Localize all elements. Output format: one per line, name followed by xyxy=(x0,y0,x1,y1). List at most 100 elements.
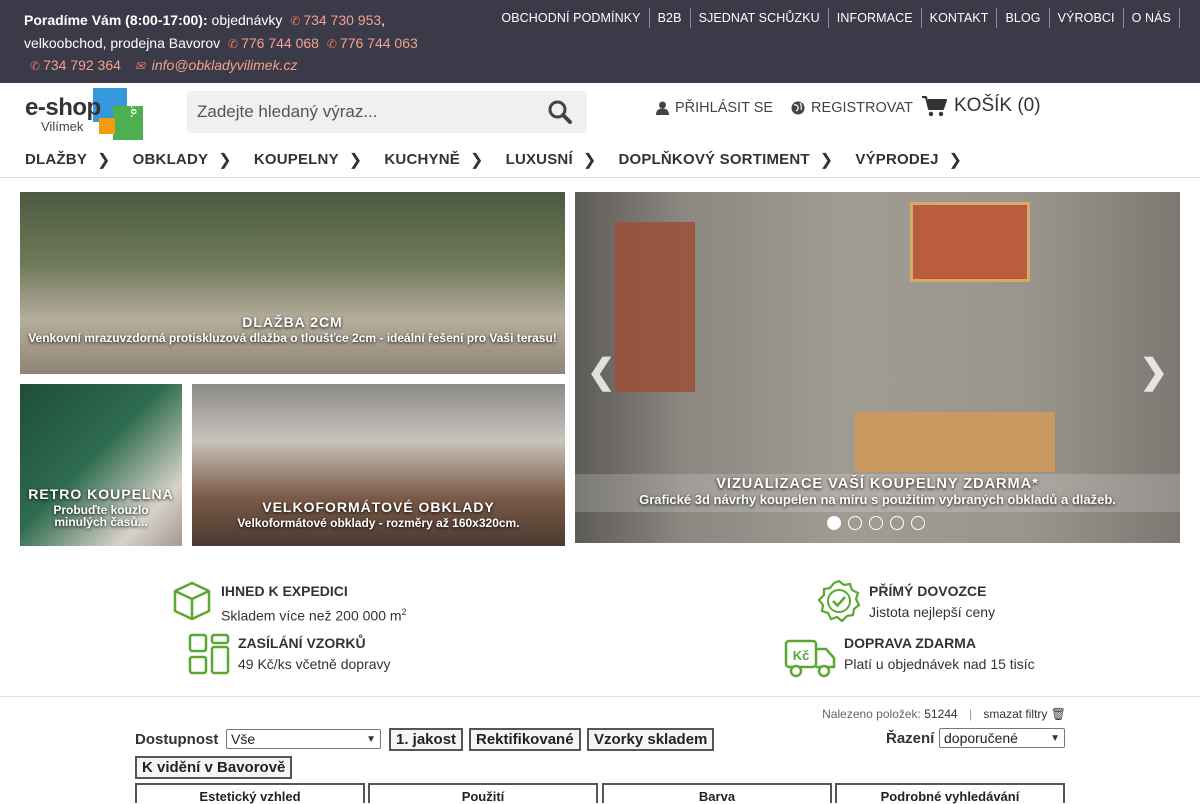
chevron-right-icon: ❯ xyxy=(582,151,597,169)
globe-icon xyxy=(791,101,805,115)
topnav-b2b[interactable]: B2B xyxy=(650,8,691,28)
filter-showroom-button[interactable]: K vidění v Bavorově xyxy=(135,756,293,779)
nav-koupelny[interactable]: KOUPELNY ❯ xyxy=(254,143,363,176)
filter-area: Nalezeno položek: 51244 | smazat filtry … xyxy=(0,696,1200,804)
search-box xyxy=(187,91,587,133)
login-label: PŘIHLÁSIT SE xyxy=(675,100,774,116)
feature-text: Jistota nejlepší ceny xyxy=(869,604,996,620)
tab-usage[interactable]: Použití xyxy=(368,783,598,804)
header: e-shop Vilímek s.r.o. PŘIHLÁSIT SE REGIS… xyxy=(0,83,1200,143)
slide-caption: VIZUALIZACE VAŠÍ KOUPELNY ZDARMA* Grafic… xyxy=(575,474,1180,512)
logo-badge: s.r.o. xyxy=(128,94,139,118)
phone-link-3[interactable]: ✆ 776 744 063 xyxy=(327,35,418,51)
phone-1: 734 730 953 xyxy=(303,12,382,28)
topnav-contact[interactable]: KONTAKT xyxy=(922,8,998,28)
hours-label: Poradíme Vám (8:00-17:00): xyxy=(24,12,208,28)
banner-retro-koupelna[interactable]: RETRO KOUPELNA Probuďte kouzlo minulých … xyxy=(20,384,182,546)
feature-title: IHNED K EXPEDICI xyxy=(221,583,348,599)
cart-link[interactable]: KOŠÍK (0) xyxy=(922,95,1041,117)
cart-icon xyxy=(922,96,947,117)
nav-label: KUCHYNĚ xyxy=(384,151,460,168)
feature-sup: 2 xyxy=(401,607,407,617)
feature-text: Skladem více než 200 000 m2 xyxy=(221,602,407,627)
feature-free-shipping: Kč DOPRAVA ZDARMA Platí u objednávek nad… xyxy=(784,633,1035,679)
phone-icon: ✆ xyxy=(228,36,239,51)
nav-doplnkovy[interactable]: DOPLŇKOVÝ SORTIMENT ❯ xyxy=(618,143,833,176)
topnav-manufacturers[interactable]: VÝROBCI xyxy=(1050,8,1124,28)
phone-link-1[interactable]: ✆ 734 730 953 xyxy=(290,12,381,28)
clear-filters-label: smazat filtry xyxy=(983,707,1048,721)
banner-subtitle: Venkovní mrazuvzdorná protiskluzová dlaž… xyxy=(28,331,557,345)
nav-obklady[interactable]: OBKLADY ❯ xyxy=(133,143,232,176)
slide-subtitle: Grafické 3d návrhy koupelen na míru s po… xyxy=(639,492,1116,507)
check-badge-icon xyxy=(817,579,861,623)
nav-kuchyne[interactable]: KUCHYNĚ ❯ xyxy=(384,143,483,176)
banner-subtitle: Velkoformátové obklady - rozměry až 160x… xyxy=(237,516,520,530)
clear-filters-link[interactable]: smazat filtry 🗑 xyxy=(983,707,1066,721)
banner-title: RETRO KOUPELNA xyxy=(28,486,174,502)
login-link[interactable]: PŘIHLÁSIT SE xyxy=(656,100,773,116)
contact-info: Poradíme Vám (8:00-17:00): objednávky ✆ 7… xyxy=(24,12,418,73)
slider-dot[interactable] xyxy=(869,516,883,530)
nav-label: DLAŽBY xyxy=(25,151,88,168)
phone-link-2[interactable]: ✆ 776 744 068 xyxy=(228,35,319,51)
tab-aesthetic[interactable]: Estetický vzhled xyxy=(135,783,365,804)
chevron-down-icon: ▼ xyxy=(1050,732,1060,744)
slide-decor xyxy=(615,222,695,392)
feature-samples: ZASÍLÁNÍ VZORKŮ 49 Kč/ks včetně dopravy xyxy=(188,633,391,675)
search-input[interactable] xyxy=(187,91,537,133)
slider-dot[interactable] xyxy=(911,516,925,530)
slider-next-icon[interactable]: ❯ xyxy=(1140,352,1169,392)
feature-title: PŘÍMÝ DOVOZCE xyxy=(869,583,987,599)
sort-select[interactable]: doporučené ▼ xyxy=(939,728,1065,748)
nav-vyprodej[interactable]: VÝPRODEJ ❯ xyxy=(855,143,962,176)
user-actions: PŘIHLÁSIT SE REGISTROVAT xyxy=(656,100,931,116)
topnav-blog[interactable]: BLOG xyxy=(997,8,1050,28)
tab-advanced-search[interactable]: Podrobné vyhledávání xyxy=(835,783,1065,804)
chevron-right-icon: ❯ xyxy=(819,151,834,169)
feature-expedition: IHNED K EXPEDICI Skladem více než 200 00… xyxy=(171,579,407,627)
register-link[interactable]: REGISTROVAT xyxy=(791,100,913,116)
feature-title: ZASÍLÁNÍ VZORKŮ xyxy=(238,635,366,651)
slider-prev-icon[interactable]: ❮ xyxy=(587,352,616,392)
logo[interactable]: e-shop Vilímek s.r.o. xyxy=(25,88,147,140)
banner-title: DLAŽBA 2CM xyxy=(242,314,343,330)
nav-dlazby[interactable]: DLAŽBY ❯ xyxy=(25,143,111,176)
banner-title: VELKOFORMÁTOVÉ OBKLADY xyxy=(262,499,495,515)
slider-dot[interactable] xyxy=(827,516,841,530)
phone-link-4[interactable]: ✆ 734 792 364 xyxy=(30,57,121,73)
banner-caption: VELKOFORMÁTOVÉ OBKLADY Velkoformátové ob… xyxy=(192,499,565,529)
slider-dot[interactable] xyxy=(890,516,904,530)
envelope-icon: ✉ xyxy=(134,59,145,73)
banner-velkoformatove[interactable]: VELKOFORMÁTOVÉ OBKLADY Velkoformátové ob… xyxy=(192,384,565,546)
filter-quality-button[interactable]: 1. jakost xyxy=(389,728,464,751)
topnav-info[interactable]: INFORMACE xyxy=(829,8,922,28)
separator: | xyxy=(968,707,973,721)
top-nav: OBCHODNÍ PODMÍNKY B2B SJEDNAT SCHŮZKU IN… xyxy=(493,8,1180,28)
topnav-terms[interactable]: OBCHODNÍ PODMÍNKY xyxy=(493,8,650,28)
user-icon xyxy=(656,101,669,115)
availability-value: Vše xyxy=(231,731,256,747)
banner-caption: RETRO KOUPELNA Probuďte kouzlo minulých … xyxy=(20,486,182,528)
search-icon xyxy=(548,100,572,124)
phone-icon: ✆ xyxy=(326,36,337,51)
nav-luxusni[interactable]: LUXUSNÍ ❯ xyxy=(506,143,597,176)
filter-samples-button[interactable]: Vzorky skladem xyxy=(587,728,715,751)
availability-select[interactable]: Vše ▼ xyxy=(226,729,381,749)
topnav-meeting[interactable]: SJEDNAT SCHŮZKU xyxy=(691,8,829,28)
banner-dlazba-2cm[interactable]: DLAŽBA 2CM Venkovní mrazuvzdorná protisk… xyxy=(20,192,565,374)
feature-direct-import: PŘÍMÝ DOVOZCE Jistota nejlepší ceny xyxy=(817,579,995,623)
email-link[interactable]: ✉ info@obkladyvilimek.cz xyxy=(135,57,298,73)
slider-dot[interactable] xyxy=(848,516,862,530)
tab-color[interactable]: Barva xyxy=(602,783,832,804)
trash-icon: 🗑 xyxy=(1050,707,1066,721)
register-label: REGISTROVAT xyxy=(811,100,913,116)
nav-label: KOUPELNY xyxy=(253,151,339,168)
topnav-about[interactable]: O NÁS xyxy=(1124,8,1180,28)
feature-text-main: Skladem více než 200 000 m xyxy=(221,607,402,624)
filter-rectified-button[interactable]: Rektifikované xyxy=(469,728,581,751)
wholesale-label: velkoobchod, prodejna Bavorov xyxy=(24,34,221,51)
search-button[interactable] xyxy=(547,99,573,125)
slide-title: VIZUALIZACE VAŠÍ KOUPELNY ZDARMA* xyxy=(716,476,1039,492)
top-bar: Poradíme Vám (8:00-17:00): objednávky ✆ 7… xyxy=(0,0,1200,83)
